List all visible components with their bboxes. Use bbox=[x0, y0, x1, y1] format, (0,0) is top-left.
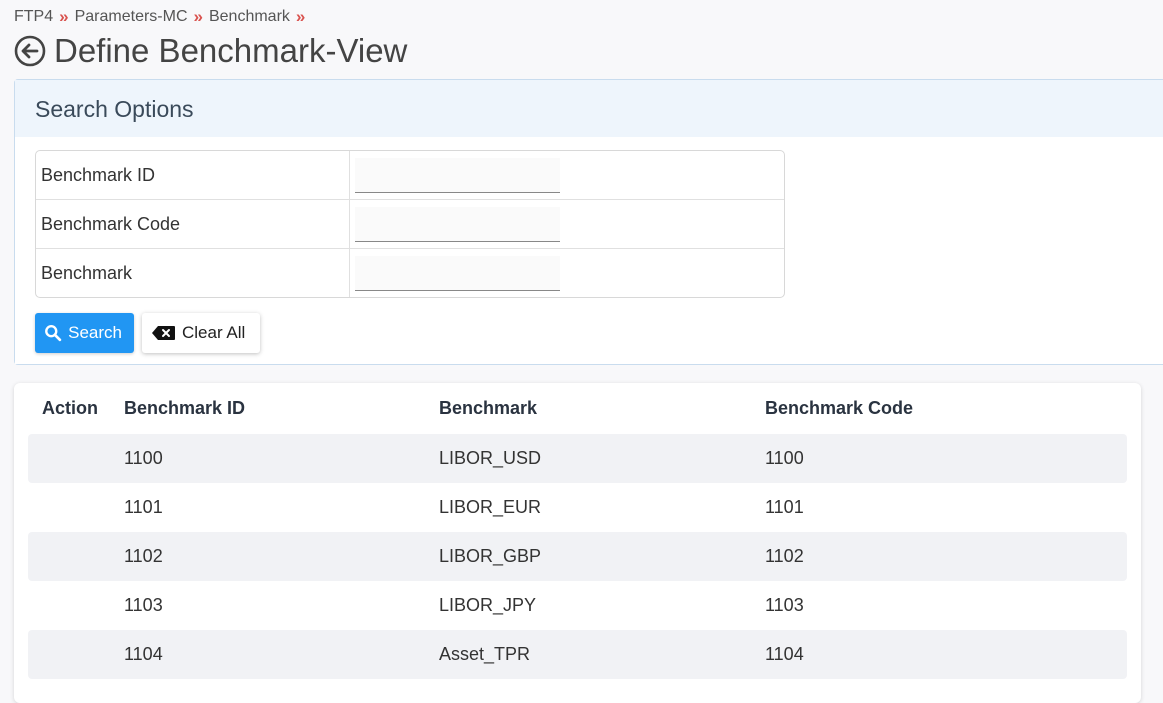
clear-all-button[interactable]: Clear All bbox=[142, 313, 260, 353]
column-header-benchmark[interactable]: Benchmark bbox=[439, 398, 765, 419]
backspace-icon bbox=[152, 326, 175, 340]
cell-benchmark-id: 1100 bbox=[124, 448, 163, 468]
breadcrumb-item-parameters-mc[interactable]: Parameters-MC bbox=[75, 8, 188, 26]
breadcrumb-separator: » bbox=[193, 7, 203, 26]
benchmark-input[interactable] bbox=[355, 255, 560, 291]
cell-benchmark: LIBOR_GBP bbox=[439, 546, 542, 566]
table-row[interactable]: 1103 LIBOR_JPY 1103 bbox=[28, 581, 1127, 630]
search-form: Benchmark ID Benchmark Code Benchmark bbox=[35, 150, 785, 298]
column-header-benchmark-id[interactable]: Benchmark ID bbox=[124, 398, 439, 419]
form-row-benchmark: Benchmark bbox=[36, 249, 784, 297]
search-options-panel: Search Options Benchmark ID Benchmark Co… bbox=[14, 79, 1163, 365]
cell-benchmark-code: 1103 bbox=[765, 595, 804, 615]
cell-benchmark: LIBOR_JPY bbox=[439, 595, 537, 615]
form-row-benchmark-id: Benchmark ID bbox=[36, 151, 784, 200]
clear-all-button-label: Clear All bbox=[182, 323, 246, 342]
column-header-action[interactable]: Action bbox=[28, 398, 124, 419]
benchmark-code-input[interactable] bbox=[355, 206, 560, 242]
breadcrumb-item-ftp4[interactable]: FTP4 bbox=[14, 8, 53, 26]
benchmark-id-label: Benchmark ID bbox=[36, 151, 350, 199]
form-row-benchmark-code: Benchmark Code bbox=[36, 200, 784, 249]
cell-benchmark: Asset_TPR bbox=[439, 644, 531, 664]
cell-benchmark-id: 1104 bbox=[124, 644, 163, 664]
page-title: Define Benchmark-View bbox=[54, 32, 408, 69]
cell-benchmark-code: 1100 bbox=[765, 448, 804, 468]
breadcrumb-separator: » bbox=[295, 7, 306, 26]
cell-benchmark: LIBOR_EUR bbox=[439, 497, 542, 517]
benchmark-code-label: Benchmark Code bbox=[36, 200, 350, 248]
table-row[interactable]: 1104 Asset_TPR 1104 bbox=[28, 630, 1127, 679]
table-row[interactable]: 1101 LIBOR_EUR 1101 bbox=[28, 483, 1127, 532]
cell-benchmark-code: 1102 bbox=[765, 546, 804, 566]
table-header: Action Benchmark ID Benchmark Benchmark … bbox=[28, 383, 1127, 434]
breadcrumb-item-benchmark[interactable]: Benchmark bbox=[209, 8, 290, 26]
breadcrumb: FTP4 » Parameters-MC » Benchmark » bbox=[14, 7, 311, 27]
table-row[interactable]: 1102 LIBOR_GBP 1102 bbox=[28, 532, 1127, 581]
results-table: Action Benchmark ID Benchmark Benchmark … bbox=[14, 383, 1141, 703]
column-header-benchmark-code[interactable]: Benchmark Code bbox=[765, 398, 1127, 419]
cell-benchmark-code: 1101 bbox=[765, 497, 804, 517]
cell-benchmark-id: 1102 bbox=[124, 546, 163, 566]
benchmark-id-input[interactable] bbox=[355, 157, 560, 193]
cell-benchmark-id: 1103 bbox=[124, 595, 163, 615]
page-header: Define Benchmark-View bbox=[14, 32, 407, 70]
cell-benchmark: LIBOR_USD bbox=[439, 448, 542, 468]
search-icon bbox=[45, 325, 62, 342]
benchmark-label: Benchmark bbox=[36, 249, 350, 297]
back-arrow-icon[interactable] bbox=[14, 35, 46, 67]
search-options-title: Search Options bbox=[15, 80, 1163, 137]
table-row[interactable]: 1100 LIBOR_USD 1100 bbox=[28, 434, 1127, 483]
cell-benchmark-code: 1104 bbox=[765, 644, 804, 664]
search-button[interactable]: Search bbox=[35, 313, 134, 353]
cell-benchmark-id: 1101 bbox=[124, 497, 163, 517]
search-button-label: Search bbox=[68, 323, 122, 342]
breadcrumb-separator: » bbox=[59, 7, 69, 26]
